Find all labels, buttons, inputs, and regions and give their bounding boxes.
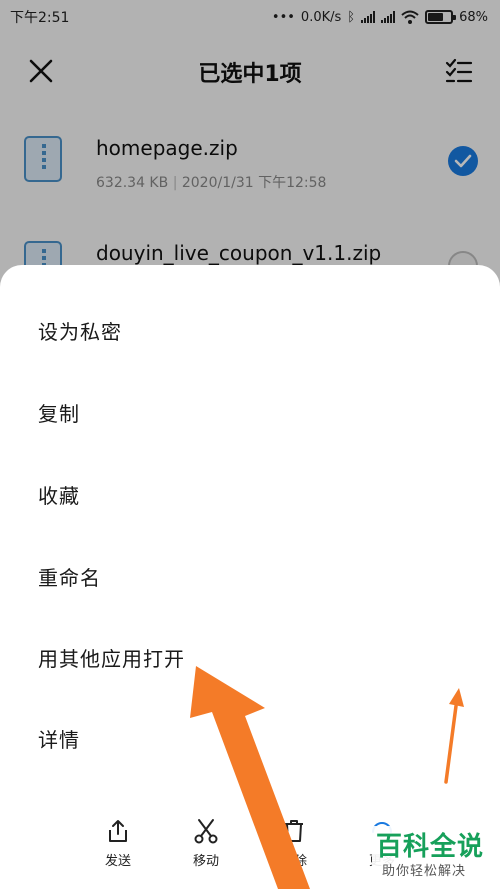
scissors-icon — [194, 819, 218, 844]
share-icon — [109, 820, 127, 842]
watermark-main-text: 百科全说 — [376, 832, 485, 862]
delete-label: 删除 — [280, 854, 307, 869]
more-options-sheet: 设为私密 复制 收藏 重命名 用其他应用打开 详情 发送 移动 删除 — [0, 265, 500, 889]
move-button[interactable]: 移动 — [176, 818, 236, 869]
move-label: 移动 — [192, 854, 219, 869]
trash-icon — [285, 820, 303, 842]
send-button[interactable]: 发送 — [88, 818, 148, 869]
watermark-sub-text: 助你轻松解决 — [382, 864, 467, 879]
menu-item-rename[interactable]: 重命名 — [38, 562, 101, 591]
menu-item-set-private[interactable]: 设为私密 — [38, 316, 122, 345]
watermark-logo: 百科全说 助你轻松解决 — [372, 826, 500, 889]
menu-item-copy[interactable]: 复制 — [38, 398, 80, 427]
menu-item-open-with[interactable]: 用其他应用打开 — [38, 643, 185, 672]
send-label: 发送 — [104, 854, 131, 869]
delete-button[interactable]: 删除 — [264, 818, 324, 869]
menu-item-favorite[interactable]: 收藏 — [38, 480, 80, 509]
menu-item-details[interactable]: 详情 — [38, 724, 80, 753]
